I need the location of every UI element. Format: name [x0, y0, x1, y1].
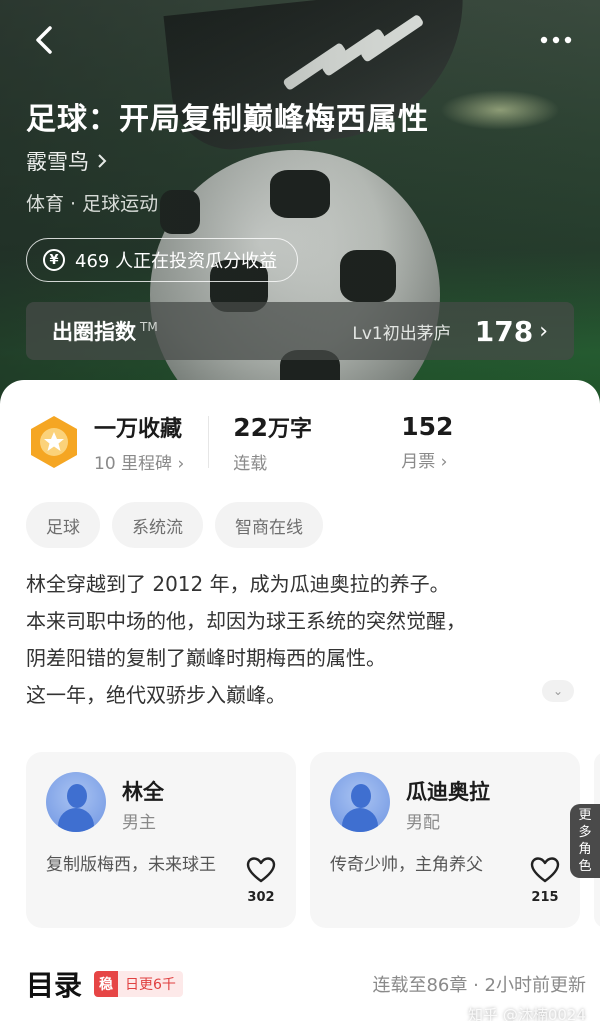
popularity-index-bar[interactable]: 出圈指数 TM Lv1初出茅庐 178 › — [26, 302, 574, 360]
collect-main: 一万收藏 — [94, 416, 183, 442]
collect-stat[interactable]: 一万收藏 10 里程碑 › — [94, 411, 184, 474]
tickets-main: 152 — [401, 412, 454, 441]
more-roles-char: 角 — [578, 842, 592, 857]
words-main: 22万字 — [233, 412, 313, 442]
synopsis-line: 本来司职中场的他，却因为球王系统的突然觉醒， — [26, 609, 466, 633]
table-of-contents-row[interactable]: 目录 稳 日更6千 连载至86章 · 2小时前更新 — [26, 962, 586, 1006]
like-count: 215 — [531, 890, 559, 905]
heart-icon — [530, 857, 560, 883]
character-desc: 复制版梅西，未来球王 — [46, 855, 216, 875]
stats-row: 一万收藏 10 里程碑 › 22万字 连载 152 月票 › — [26, 406, 586, 478]
more-roles-char: 色 — [578, 859, 592, 874]
more-dots-icon — [540, 36, 572, 44]
more-roles-char: 更 — [578, 808, 592, 823]
category-text: 体育 · 足球运动 — [26, 193, 159, 215]
book-title: 足球：开局复制巅峰梅西属性 — [26, 102, 429, 137]
index-label: 出圈指数 TM — [52, 320, 158, 344]
character-desc: 传奇少帅，主角养父 — [330, 855, 483, 875]
more-button[interactable] — [536, 22, 576, 58]
heart-icon — [246, 857, 276, 883]
character-list: 林全 男主 复制版梅西，未来球王 302 瓜迪奥拉 男配 传奇少帅，主角养父 2… — [26, 752, 580, 928]
trademark-mark: TM — [140, 320, 158, 334]
chevron-right-icon — [98, 154, 107, 168]
collect-sub: 10 里程碑 › — [94, 453, 185, 474]
back-button[interactable] — [28, 22, 60, 58]
character-card[interactable]: 林全 男主 复制版梅西，未来球王 302 — [26, 752, 296, 928]
tag-item[interactable]: 足球 — [26, 502, 100, 548]
update-badge-text: 日更6千 — [125, 977, 176, 993]
character-role: 男配 — [406, 813, 440, 833]
tickets-stat[interactable]: 152 月票 › — [401, 412, 453, 472]
toc-title: 目录 — [26, 969, 83, 1002]
author-name: 霰雪鸟 — [26, 150, 89, 174]
chevron-down-icon: ⌄ — [552, 684, 564, 698]
synopsis: 林全穿越到了 2012 年，成为瓜迪奥拉的养子。 本来司职中场的他，却因为球王系… — [26, 566, 566, 714]
tickets-sub: 月票 › — [401, 452, 448, 472]
tag-item[interactable]: 系统流 — [112, 502, 203, 548]
avatar — [330, 772, 390, 832]
character-card[interactable]: 瓜迪奥拉 男配 传奇少帅，主角养父 215 — [310, 752, 580, 928]
expand-button[interactable]: ⌄ — [542, 680, 574, 702]
chevron-right-icon: › — [539, 318, 548, 344]
more-roles-char: 多 — [578, 825, 592, 840]
more-roles-button[interactable]: 更 多 角 色 — [570, 804, 600, 878]
character-role: 男主 — [122, 813, 156, 833]
synopsis-line: 林全穿越到了 2012 年，成为瓜迪奥拉的养子。 — [26, 572, 450, 596]
like-button[interactable]: 215 — [530, 856, 560, 905]
like-button[interactable]: 302 — [246, 856, 276, 905]
book-detail-card: 一万收藏 10 里程碑 › 22万字 连载 152 月票 › 足球 系统流 智商… — [0, 380, 600, 1021]
divider — [208, 416, 210, 468]
index-level: Lv1初出茅庐 — [352, 323, 451, 344]
like-count: 302 — [247, 890, 275, 905]
toc-status: 连载至86章 · 2小时前更新 — [372, 975, 586, 996]
words-stat: 22万字 连载 — [233, 411, 383, 474]
index-score: 178 — [474, 314, 534, 348]
avatar — [46, 772, 106, 832]
character-name: 林全 — [122, 780, 164, 804]
milestone-badge-icon — [26, 414, 82, 470]
synopsis-line: 这一年，绝代双骄步入巅峰。 — [26, 683, 286, 707]
words-sub: 连载 — [233, 453, 268, 474]
author-link[interactable]: 霰雪鸟 — [26, 146, 107, 176]
chevron-left-icon — [36, 26, 52, 54]
synopsis-line: 阴差阳错的复制了巅峰时期梅西的属性。 — [26, 646, 386, 670]
tag-list: 足球 系统流 智商在线 — [26, 502, 323, 548]
tag-item[interactable]: 智商在线 — [215, 502, 323, 548]
yen-icon: ¥ — [43, 249, 65, 271]
update-badge: 稳 日更6千 — [94, 971, 183, 997]
watermark: 知乎 @沐楠0024 — [468, 1006, 586, 1021]
invest-button[interactable]: ¥ 469 人正在投资瓜分收益 — [26, 238, 299, 282]
stable-update-icon: 稳 — [94, 971, 119, 997]
invest-text: 469 人正在投资瓜分收益 — [75, 251, 278, 272]
character-name: 瓜迪奥拉 — [406, 780, 490, 804]
